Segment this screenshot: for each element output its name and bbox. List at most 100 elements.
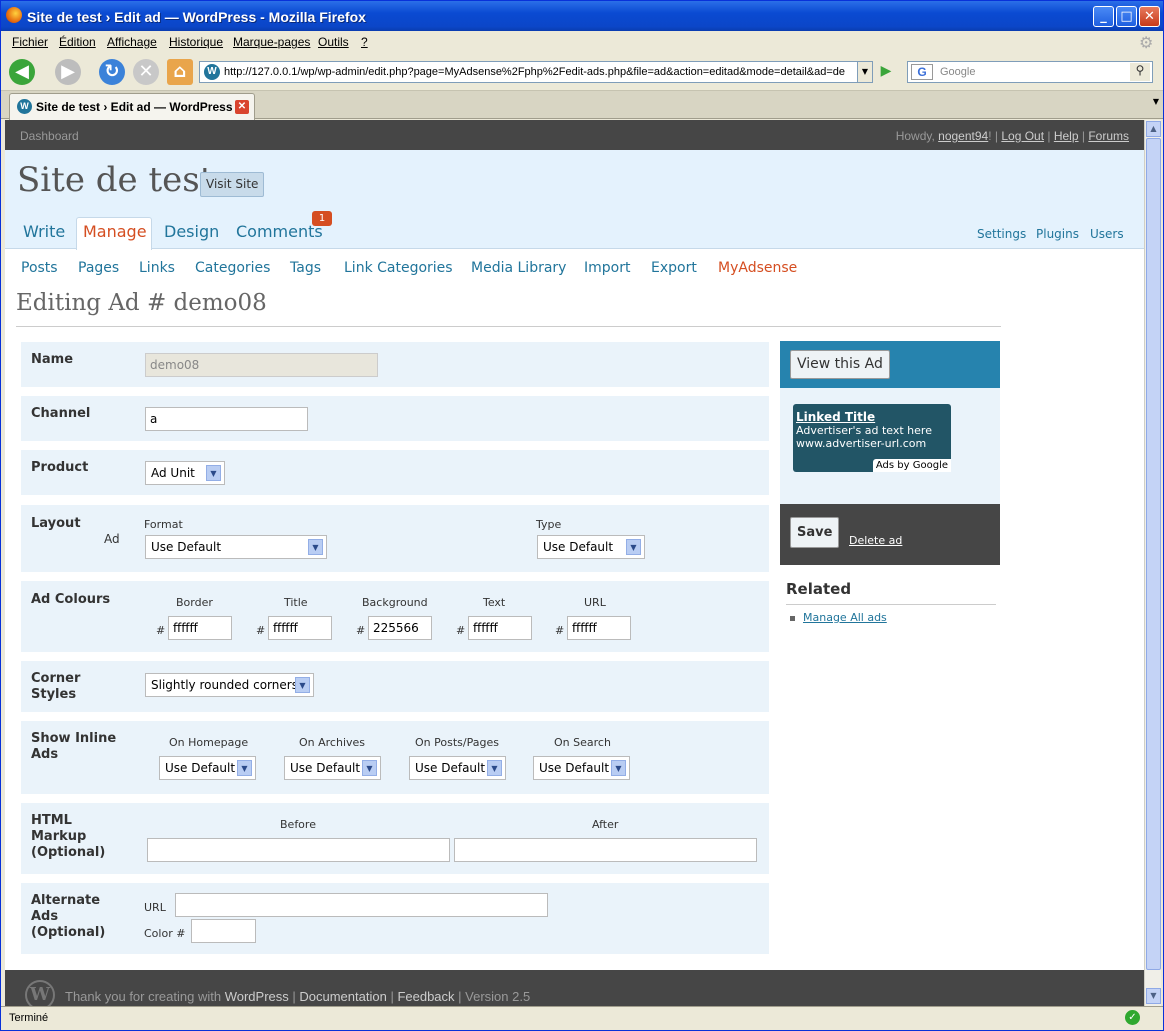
submenu-export[interactable]: Export (651, 260, 697, 276)
dashboard-link[interactable]: Dashboard (20, 129, 79, 143)
footer-wordpress-link[interactable]: WordPress (225, 989, 289, 1004)
delete-ad-link[interactable]: Delete ad (849, 534, 902, 547)
url-bar[interactable]: W http://127.0.0.1/wp/wp-admin/edit.php?… (199, 61, 873, 83)
alternate-url-input[interactable] (175, 893, 548, 917)
search-box[interactable]: G Google ⚲ (907, 61, 1153, 83)
related-heading: Related (786, 580, 852, 598)
menu-outils[interactable]: Outils (318, 35, 349, 49)
wordpress-logo-icon: W (25, 980, 55, 1006)
footer-feedback-link[interactable]: Feedback (397, 989, 454, 1004)
user-links: Howdy, nogent94! | Log Out | Help | Foru… (895, 129, 1129, 143)
save-button[interactable]: Save (790, 517, 840, 548)
vertical-scrollbar[interactable]: ▲ ▼ (1144, 120, 1161, 1006)
tab-manage[interactable]: Manage (83, 222, 147, 241)
maximize-button[interactable]: □ (1116, 6, 1137, 27)
settings-link[interactable]: Settings (977, 227, 1026, 241)
wordpress-favicon-icon: W (204, 64, 220, 80)
users-link[interactable]: Users (1090, 227, 1124, 241)
search-icon[interactable]: ⚲ (1130, 63, 1150, 81)
chevron-down-icon: ▼ (206, 465, 221, 481)
forums-link[interactable]: Forums (1088, 129, 1129, 143)
name-input[interactable]: demo08 (145, 353, 378, 377)
menu-affichage[interactable]: Affichage (107, 35, 157, 49)
home-icon[interactable]: ⌂ (167, 59, 193, 85)
minimize-button[interactable]: _ (1093, 6, 1114, 27)
hash-label: # (456, 624, 466, 637)
footer-text: Thank you for creating with WordPress | … (65, 989, 531, 1004)
tab-comments[interactable]: Comments (236, 222, 323, 241)
title-colour-input[interactable]: ffffff (268, 616, 332, 640)
menu-historique[interactable]: Historique (169, 35, 223, 49)
channel-input[interactable]: a (145, 407, 308, 431)
scrollbar-thumb[interactable] (1146, 138, 1161, 970)
corner-styles-select-value: Slightly rounded corners (151, 678, 298, 692)
submenu-pages[interactable]: Pages (78, 260, 119, 276)
submenu-link-categories[interactable]: Link Categories (344, 260, 453, 276)
url-dropdown-icon[interactable]: ▼ (857, 61, 873, 83)
on-archives-select[interactable]: Use Default ▼ (284, 756, 381, 780)
ad-actions: Save Delete ad (780, 504, 1000, 565)
background-colour-input[interactable]: 225566 (368, 616, 432, 640)
view-this-ad-button[interactable]: View this Ad (790, 350, 890, 379)
visit-site-button[interactable]: Visit Site (200, 172, 265, 197)
submenu-import[interactable]: Import (584, 260, 630, 276)
wp-admin-header: Dashboard Howdy, nogent94! | Log Out | H… (5, 120, 1144, 150)
alternate-ads-label-2: Ads (31, 909, 59, 924)
tab-close-icon[interactable]: ✕ (235, 100, 249, 114)
scroll-down-icon[interactable]: ▼ (1146, 988, 1161, 1004)
type-select[interactable]: Use Default ▼ (537, 535, 645, 559)
ad-colours-row: Ad Colours Border # ffffff Title # fffff… (20, 580, 770, 653)
reload-icon[interactable]: ↻ (99, 59, 125, 85)
border-colour-input[interactable]: ffffff (168, 616, 232, 640)
product-select[interactable]: Ad Unit ▼ (145, 461, 225, 485)
chevron-down-icon: ▼ (362, 760, 377, 776)
username-link[interactable]: nogent94 (938, 129, 988, 143)
tab-design[interactable]: Design (164, 222, 219, 241)
stop-icon[interactable]: ✕ (133, 59, 159, 85)
submenu-media-library[interactable]: Media Library (471, 260, 566, 276)
plugins-link[interactable]: Plugins (1036, 227, 1079, 241)
back-icon[interactable]: ◀ (9, 59, 35, 85)
menu-help[interactable]: ? (361, 35, 368, 49)
title-divider (16, 326, 1001, 327)
product-label: Product (31, 460, 89, 475)
submenu-posts[interactable]: Posts (21, 260, 58, 276)
help-link[interactable]: Help (1054, 129, 1079, 143)
html-after-input[interactable] (454, 838, 757, 862)
browser-tab[interactable]: W Site de test › Edit ad — WordPress ✕ (9, 93, 255, 120)
forward-icon[interactable]: ▶ (55, 59, 81, 85)
on-search-select[interactable]: Use Default ▼ (533, 756, 630, 780)
google-engine-icon[interactable]: G (911, 64, 933, 80)
submenu-myadsense[interactable]: MyAdsense (718, 260, 797, 276)
close-button[interactable]: ✕ (1139, 6, 1160, 27)
alternate-ads-row: Alternate Ads (Optional) URL Color # (20, 882, 770, 955)
alternate-color-label: Color # (144, 927, 186, 940)
format-select[interactable]: Use Default ▼ (145, 535, 327, 559)
menu-marque-pages[interactable]: Marque-pages (233, 35, 310, 49)
on-posts-pages-select[interactable]: Use Default ▼ (409, 756, 506, 780)
corner-styles-select[interactable]: Slightly rounded corners ▼ (145, 673, 314, 697)
ad-preview-box: View this Ad Linked Title Advertiser's a… (780, 341, 1000, 565)
menu-fichier[interactable]: Fichier (12, 35, 48, 49)
manage-all-ads-link[interactable]: Manage All ads (803, 611, 887, 624)
tab-write[interactable]: Write (23, 222, 65, 241)
url-colour-input[interactable]: ffffff (567, 616, 631, 640)
submenu-tags[interactable]: Tags (290, 260, 321, 276)
ad-text: Advertiser's ad text here (796, 424, 932, 437)
status-bar: Terminé ✓ (1, 1006, 1163, 1030)
submenu-links[interactable]: Links (139, 260, 175, 276)
submenu-categories[interactable]: Categories (195, 260, 270, 276)
alternate-color-input[interactable] (191, 919, 256, 943)
go-icon[interactable]: ▶ (877, 63, 895, 81)
tab-list-icon[interactable]: ▼ (1153, 97, 1159, 106)
firefox-window: Site de test › Edit ad — WordPress - Moz… (0, 0, 1164, 1031)
window-title: Site de test › Edit ad — WordPress - Moz… (27, 9, 366, 25)
html-before-input[interactable] (147, 838, 450, 862)
ad-linked-title[interactable]: Linked Title (796, 410, 948, 424)
menu-edition[interactable]: Édition (59, 35, 96, 49)
scroll-up-icon[interactable]: ▲ (1146, 121, 1161, 137)
logout-link[interactable]: Log Out (1001, 129, 1044, 143)
on-homepage-select[interactable]: Use Default ▼ (159, 756, 256, 780)
text-colour-input[interactable]: ffffff (468, 616, 532, 640)
footer-documentation-link[interactable]: Documentation (299, 989, 386, 1004)
